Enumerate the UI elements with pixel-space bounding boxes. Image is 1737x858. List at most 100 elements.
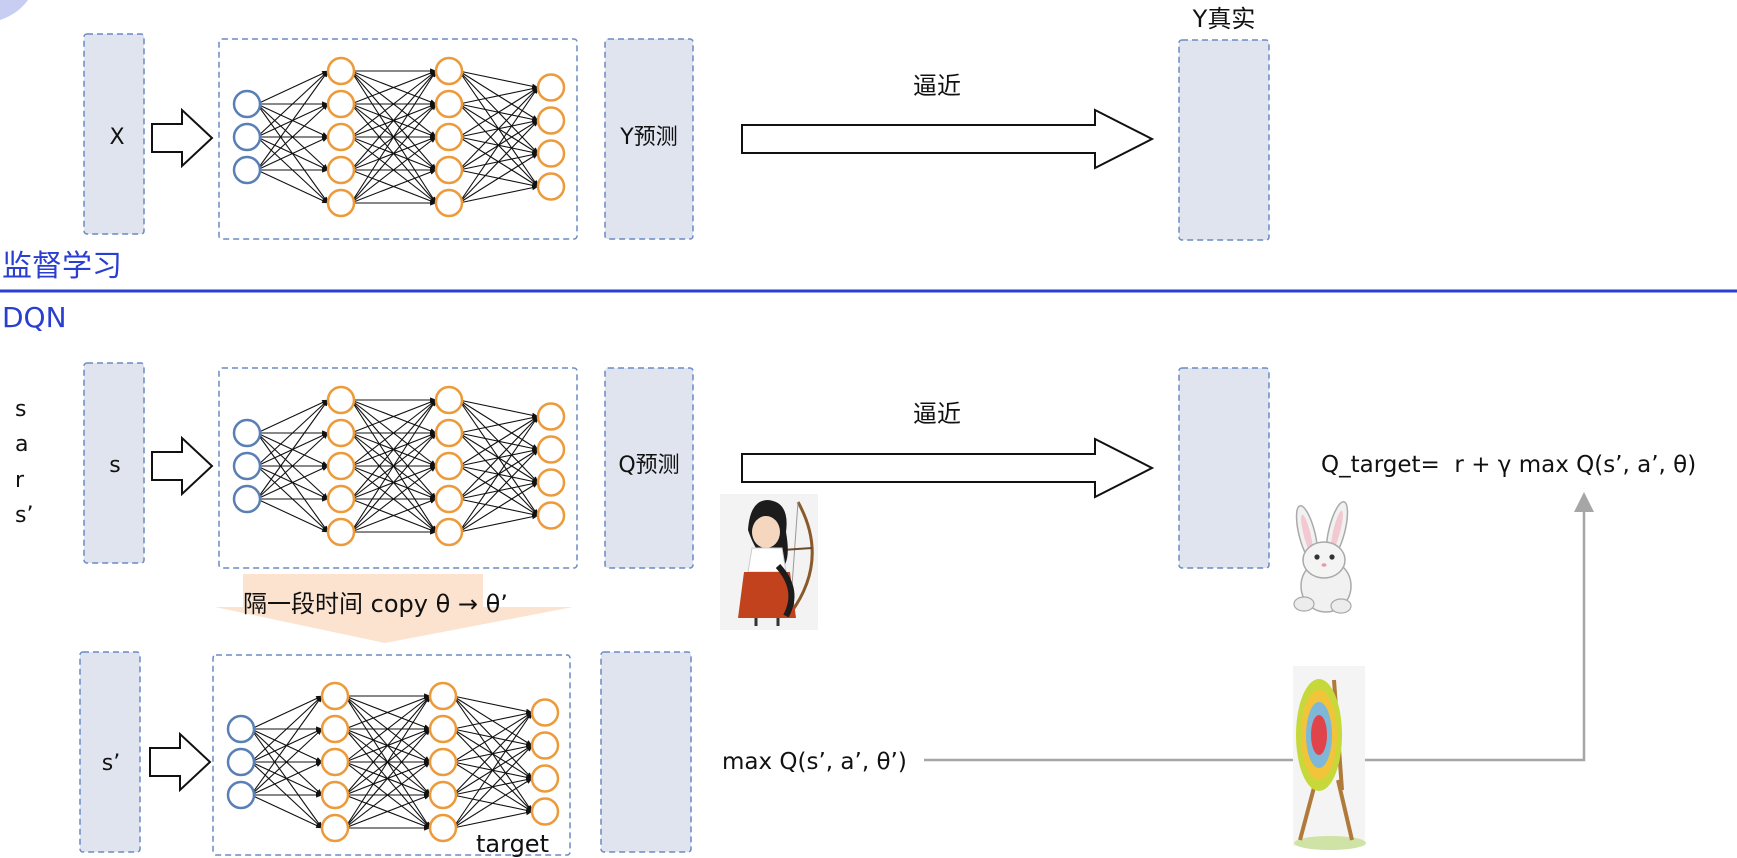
network-edge: [256, 169, 329, 204]
neuron-node: [434, 385, 464, 415]
section-title-dqn: DQN: [2, 301, 67, 334]
corner-decoration: [0, 0, 28, 20]
neuron-node: [428, 714, 458, 744]
neuron-node: [326, 188, 356, 218]
section-title-supervised: 监督学习: [2, 249, 122, 284]
neuron-node: [320, 780, 350, 810]
network-edge: [458, 70, 539, 89]
network-edge: [458, 449, 539, 533]
target-output-panel: [600, 651, 692, 853]
neuron-node: [320, 714, 350, 744]
input-node: [232, 155, 262, 185]
top-input-panel: X: [83, 33, 145, 235]
input-node: [232, 418, 262, 448]
neuron-node: [536, 73, 566, 102]
target-network: target: [212, 654, 571, 858]
neuron-node: [320, 813, 350, 843]
sars-s: s: [15, 397, 26, 422]
neuron-node: [326, 155, 356, 185]
network-edge: [458, 415, 539, 533]
neuron-node: [434, 89, 464, 119]
neuron-node: [326, 484, 356, 514]
input-node: [232, 89, 262, 119]
neuron-node: [536, 172, 566, 201]
eval-input-label: s: [109, 453, 120, 478]
max-q-label: max Q(s’, a’, θ’): [722, 749, 907, 775]
network-edge: [458, 87, 539, 171]
rabbit-icon: [1293, 501, 1352, 614]
q-target-formula: Q_target= r + γ max Q(s’, a’, θ): [1321, 452, 1696, 478]
top-network: [218, 38, 578, 240]
neuron-node: [434, 451, 464, 481]
neuron-node: [434, 188, 464, 218]
network-edge: [458, 399, 539, 418]
eval-input-panel: s: [83, 362, 145, 564]
top-input-arrow: [151, 107, 214, 169]
neuron-node: [530, 797, 560, 826]
target-input-label: s’: [102, 751, 120, 776]
neuron-node: [536, 501, 566, 530]
sars-r: r: [15, 468, 25, 493]
neuron-node: [428, 780, 458, 810]
network-edge: [256, 70, 329, 171]
sars-a: a: [15, 432, 28, 457]
bottom-approx-label: 逼近: [913, 400, 961, 428]
copy-label: 隔一段时间 copy θ → θ’: [243, 590, 508, 618]
neuron-node: [536, 402, 566, 431]
neuron-node: [326, 385, 356, 415]
target-network-label: target: [476, 830, 549, 858]
top-approx-arrow: [741, 108, 1155, 170]
neuron-node: [326, 517, 356, 547]
input-node: [232, 122, 262, 152]
network-edge: [458, 86, 539, 105]
neuron-node: [434, 418, 464, 448]
neuron-node: [320, 681, 350, 711]
network-edge: [256, 399, 329, 500]
neuron-node: [326, 56, 356, 86]
input-node: [232, 484, 262, 514]
truth-label: Y真实: [1192, 5, 1256, 33]
archer-girl-icon: [720, 494, 818, 630]
network-edge: [458, 416, 539, 500]
neuron-node: [434, 517, 464, 547]
neuron-node: [434, 484, 464, 514]
eval-output-panel: Q预测: [604, 367, 694, 569]
sars-s-prime: s’: [15, 503, 33, 528]
network-edge: [452, 712, 533, 796]
top-output-panel: Y预测: [604, 38, 694, 240]
network-edge: [452, 810, 533, 829]
network-edge: [452, 778, 533, 829]
top-approx-label: 逼近: [913, 72, 961, 100]
neuron-node: [326, 418, 356, 448]
neuron-node: [320, 747, 350, 777]
neuron-node: [434, 122, 464, 152]
network-edge: [458, 86, 539, 204]
network-edge: [452, 695, 533, 714]
eval-input-arrow: [151, 435, 214, 497]
neuron-node: [428, 747, 458, 777]
network-edge: [458, 185, 539, 204]
archery-target-icon: [1293, 666, 1366, 850]
input-node: [232, 451, 262, 481]
bottom-approx-arrow: [741, 437, 1155, 499]
network-edge: [458, 415, 539, 434]
network-edge: [256, 399, 329, 434]
network-edge: [458, 482, 539, 533]
eval-output-label: Q预测: [618, 453, 679, 478]
target-input-panel: s’: [79, 651, 141, 853]
neuron-node: [536, 468, 566, 497]
neuron-node: [428, 681, 458, 711]
network-edge: [250, 695, 323, 730]
network-edge: [250, 794, 323, 829]
network-edge: [452, 711, 533, 829]
network-edge: [256, 70, 329, 105]
top-input-label: X: [109, 125, 124, 150]
input-node: [226, 780, 256, 810]
neuron-node: [326, 451, 356, 481]
network-edge: [256, 498, 329, 533]
eval-network: [218, 367, 578, 569]
q-target-panel: [1178, 367, 1270, 569]
neuron-node: [428, 813, 458, 843]
input-node: [226, 714, 256, 744]
network-edge: [452, 711, 533, 730]
